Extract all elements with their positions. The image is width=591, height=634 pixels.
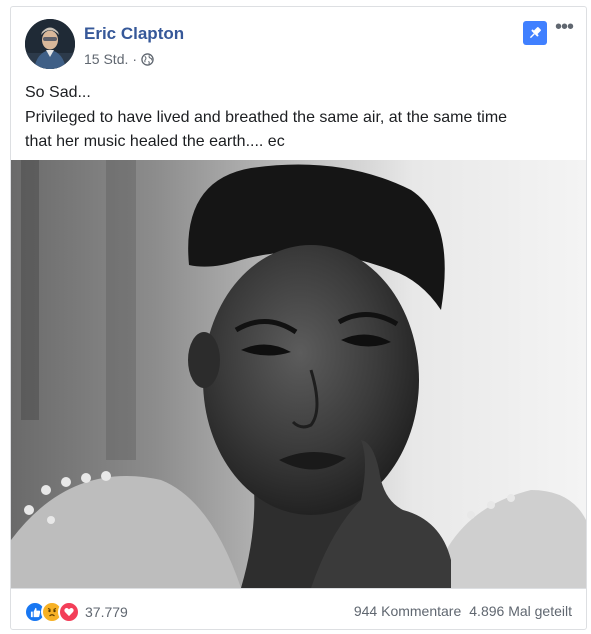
post-text-line: that her music healed the earth.... ec [25, 133, 285, 150]
post-text-line: So Sad... [25, 84, 91, 101]
reaction-count[interactable]: 37.779 [85, 604, 128, 620]
post-footer: 37.779 944 Kommentare 4.896 Mal geteilt [11, 588, 586, 629]
facebook-post-card: Eric Clapton 15 Std. · ••• So Sad... Pri… [10, 6, 587, 630]
post-author-name[interactable]: Eric Clapton [84, 24, 184, 44]
avatar[interactable] [25, 19, 75, 69]
post-text-line: Privileged to have lived and breathed th… [25, 108, 508, 126]
comments-count[interactable]: 944 Kommentare [354, 603, 461, 619]
shares-count[interactable]: 4.896 Mal geteilt [469, 603, 572, 619]
post-text: So Sad... Privileged to have lived and b… [25, 81, 565, 155]
engagement-counts: 944 Kommentare 4.896 Mal geteilt [354, 603, 572, 619]
post-timestamp[interactable]: 15 Std. [84, 51, 128, 67]
meta-separator: · [132, 51, 138, 67]
more-options-icon[interactable]: ••• [555, 17, 574, 37]
post-meta: 15 Std. · [84, 51, 154, 67]
love-icon [58, 601, 80, 623]
pin-icon[interactable] [523, 21, 547, 45]
globe-icon [141, 52, 154, 66]
reactions-summary[interactable]: 37.779 [24, 601, 128, 623]
post-photo[interactable] [11, 160, 586, 588]
